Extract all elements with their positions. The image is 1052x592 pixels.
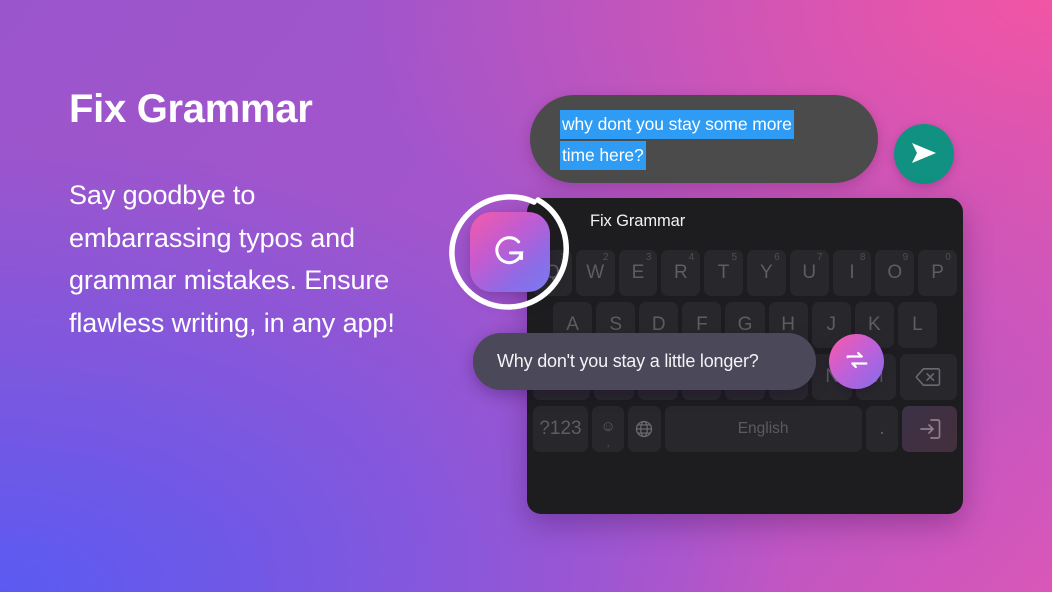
key-label: English (737, 420, 789, 437)
key-label: R (673, 262, 688, 283)
key-label: E (631, 262, 645, 283)
keyboard-title: Fix Grammar (590, 212, 686, 230)
suggestion-text: Why don't you stay a little longer? (497, 351, 759, 371)
send-icon (910, 141, 938, 168)
marketing-copy: Fix Grammar Say goodbye to embarrassing … (69, 86, 469, 345)
backspace-icon (915, 367, 941, 387)
globe-icon (634, 419, 654, 439)
message-input-bubble[interactable]: why dont you stay some more time here? (530, 95, 878, 183)
key-label: . (879, 418, 885, 439)
key-label: K (867, 314, 881, 335)
language-key[interactable] (628, 406, 661, 452)
emoji-icon: ☺ (600, 417, 616, 435)
key-o[interactable]: 9O (875, 250, 915, 296)
key-number-hint: 7 (817, 252, 823, 263)
key-w[interactable]: 2W (575, 250, 615, 296)
keyboard-row-1: 1Q2W3E4R5T6Y7U8I9O0P (531, 250, 959, 296)
key-p[interactable]: 0P (918, 250, 957, 296)
key-label: U (802, 262, 817, 283)
key-l[interactable]: L (897, 302, 937, 348)
send-button[interactable] (894, 124, 954, 184)
key-label: ?123 (539, 418, 582, 439)
grammar-suggestion-bubble[interactable]: Why don't you stay a little longer? (473, 333, 816, 390)
selected-text-wrap: why dont you stay some more (560, 110, 852, 139)
key-label: P (931, 262, 944, 283)
repeat-icon (843, 346, 871, 377)
key-r[interactable]: 4R (661, 250, 701, 296)
key-number-hint: 4 (688, 252, 695, 263)
key-number-hint: 3 (645, 252, 652, 263)
key-number-hint: 8 (859, 252, 866, 263)
enter-icon (918, 418, 942, 440)
key-sub-label: , (606, 437, 610, 449)
key-label: W (586, 262, 605, 283)
key-label: O (887, 262, 903, 283)
enter-key[interactable] (902, 406, 958, 452)
key-label: I (849, 262, 855, 283)
key-label: J (826, 314, 836, 335)
spacebar-key[interactable]: English (664, 406, 862, 452)
key-y[interactable]: 6Y (747, 250, 786, 296)
regenerate-suggestion-button[interactable] (829, 334, 884, 389)
emoji-key[interactable]: ☺, (592, 406, 625, 452)
backspace-key[interactable] (899, 354, 957, 400)
promo-screen: Fix Grammar Say goodbye to embarrassing … (0, 0, 1052, 592)
key-number-hint: 1 (560, 252, 566, 263)
symbols-key[interactable]: ?123 (533, 406, 588, 452)
key-number-hint: 2 (603, 252, 609, 263)
key-label: T (717, 262, 730, 283)
page-subtitle: Say goodbye to embarrassing typos and gr… (69, 180, 395, 338)
key-e[interactable]: 3E (618, 250, 658, 296)
page-title: Fix Grammar (69, 87, 313, 131)
key-number-hint: 9 (902, 252, 909, 263)
key-i[interactable]: 8I (832, 250, 872, 296)
key-number-hint: 5 (731, 252, 737, 263)
grammarly-g-icon (487, 227, 533, 278)
key-t[interactable]: 5T (704, 250, 743, 296)
key-label: L (912, 314, 923, 335)
selected-text-wrap-2: time here? (560, 141, 852, 170)
key-u[interactable]: 7U (789, 250, 829, 296)
keyboard-row-4: ?123 ☺, English. (531, 406, 959, 452)
key-number-hint: 6 (774, 252, 780, 263)
period-key[interactable]: . (865, 406, 899, 452)
key-number-hint: 0 (945, 252, 951, 263)
grammarly-logo[interactable] (470, 212, 550, 292)
key-label: Y (760, 262, 773, 283)
input-text-line-1: why dont you stay some more (560, 110, 794, 139)
input-text-line-2: time here? (560, 141, 646, 170)
